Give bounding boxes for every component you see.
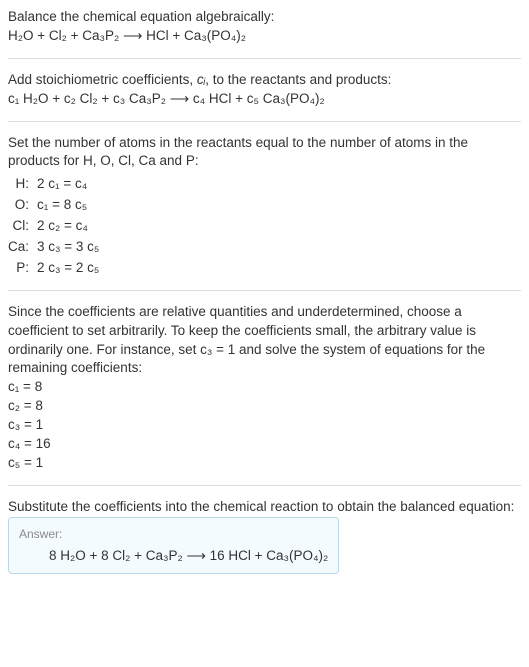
unbalanced-equation: H₂O + Cl₂ + Ca₃P₂ ⟶ HCl + Ca₃(PO₄)₂	[8, 27, 521, 46]
balance-eq: c₁ = 8 c₅	[37, 196, 521, 215]
answer-label: Answer:	[19, 526, 328, 543]
balanced-equation: 8 H₂O + 8 Cl₂ + Ca₃P₂ ⟶ 16 HCl + Ca₃(PO₄…	[19, 547, 328, 566]
balance-intro: Set the number of atoms in the reactants…	[8, 134, 521, 172]
solve-line: c₂ = 8	[8, 397, 521, 416]
answer-intro: Substitute the coefficients into the che…	[8, 498, 521, 517]
section-problem: Balance the chemical equation algebraica…	[8, 8, 521, 59]
balance-label: O:	[8, 196, 29, 215]
section-solve: Since the coefficients are relative quan…	[8, 303, 521, 486]
answer-box: Answer: 8 H₂O + 8 Cl₂ + Ca₃P₂ ⟶ 16 HCl +…	[8, 517, 339, 575]
solve-intro: Since the coefficients are relative quan…	[8, 303, 521, 379]
problem-text: Balance the chemical equation algebraica…	[8, 8, 521, 27]
solve-line: c₁ = 8	[8, 378, 521, 397]
coeff-intro-a: Add stoichiometric coefficients,	[8, 72, 197, 87]
balance-eq: 2 c₃ = 2 c₅	[37, 259, 521, 278]
balance-eq: 3 c₃ = 3 c₅	[37, 238, 521, 257]
section-answer: Substitute the coefficients into the che…	[8, 498, 521, 575]
balance-label: P:	[8, 259, 29, 278]
balance-eq: 2 c₂ = c₄	[37, 217, 521, 236]
coeff-intro: Add stoichiometric coefficients, cᵢ, to …	[8, 71, 521, 90]
section-coefficients: Add stoichiometric coefficients, cᵢ, to …	[8, 71, 521, 122]
balance-label: H:	[8, 175, 29, 194]
balance-label: Cl:	[8, 217, 29, 236]
solve-line: c₅ = 1	[8, 454, 521, 473]
balance-label: Ca:	[8, 238, 29, 257]
coeff-intro-b: , to the reactants and products:	[205, 72, 391, 87]
section-atom-balance: Set the number of atoms in the reactants…	[8, 134, 521, 291]
solve-line: c₄ = 16	[8, 435, 521, 454]
coeff-equation: c₁ H₂O + c₂ Cl₂ + c₃ Ca₃P₂ ⟶ c₄ HCl + c₅…	[8, 90, 521, 109]
balance-table: H: 2 c₁ = c₄ O: c₁ = 8 c₅ Cl: 2 c₂ = c₄ …	[8, 175, 521, 277]
balance-eq: 2 c₁ = c₄	[37, 175, 521, 194]
solve-line: c₃ = 1	[8, 416, 521, 435]
